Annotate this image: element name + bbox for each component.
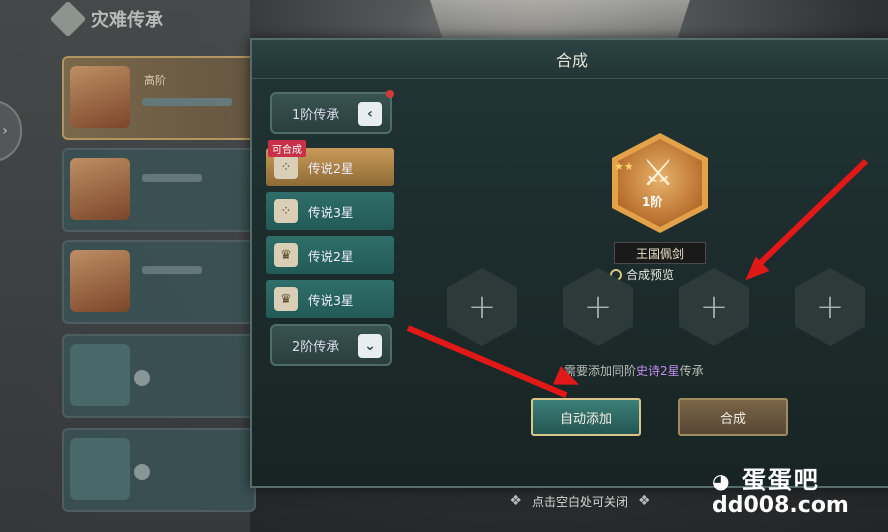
tab-legend-3star-crown[interactable]: ♛ 传说3星	[266, 280, 394, 318]
tab-tier-2[interactable]: 2阶传承 ⌄	[270, 324, 392, 366]
item-tier-label: 1阶	[642, 195, 663, 209]
character-portrait	[70, 250, 130, 312]
close-hint[interactable]: ❖ 点击空白处可关闭 ❖	[490, 490, 670, 512]
character-list-panel: 灾难传承 › 高阶	[0, 0, 256, 532]
hint-suffix: 传承	[679, 364, 704, 378]
tab-label: 传说2星	[308, 248, 354, 264]
character-stats	[142, 174, 202, 182]
tab-tier-1-label: 1阶传承	[292, 107, 340, 123]
ornament-icon: ❖	[638, 493, 651, 509]
character-card[interactable]	[62, 334, 256, 418]
lock-icon	[134, 370, 150, 386]
character-portrait	[70, 66, 130, 128]
crest-icon: ⁘	[274, 155, 298, 179]
character-card[interactable]	[62, 428, 256, 512]
tab-legend-3star-crest[interactable]: ⁘ 传说3星	[266, 192, 394, 230]
material-slot[interactable]: +	[447, 268, 517, 346]
preview-label: 合成预览	[626, 268, 675, 282]
tab-tier-1[interactable]: 1阶传承 ‹	[270, 90, 394, 134]
plus-icon: +	[467, 287, 497, 327]
character-card[interactable]	[62, 148, 256, 232]
auto-add-button[interactable]: 自动添加	[531, 398, 641, 436]
hint-highlight: 史诗2星	[636, 364, 680, 378]
crest-icon: ⁘	[274, 199, 298, 223]
dialog-title: 合成	[252, 40, 888, 79]
panel-header-title: 灾难传承	[91, 10, 163, 31]
character-portrait	[70, 438, 130, 500]
character-card[interactable]	[62, 240, 256, 324]
panel-header: 灾难传承	[49, 0, 163, 38]
watermark: ◕ 蛋蛋吧 dd008.com	[712, 460, 882, 530]
watermark-logo: ◕ 蛋蛋吧	[712, 460, 882, 495]
chevron-left-icon[interactable]: ‹	[358, 102, 382, 126]
chevron-down-icon[interactable]: ⌄	[358, 334, 382, 358]
side-collapse-tab[interactable]: ›	[0, 100, 22, 162]
ornament-icon: ❖	[509, 493, 522, 509]
character-card[interactable]: 高阶	[62, 56, 256, 140]
tab-tier-2-label: 2阶传承	[292, 339, 340, 355]
plus-icon: +	[815, 287, 845, 327]
crown-icon: ♛	[274, 287, 298, 311]
requirement-hint: 需要添加同阶史诗2星传承	[564, 362, 704, 379]
material-slot[interactable]: +	[795, 268, 865, 346]
can-merge-badge: 可合成	[268, 140, 306, 157]
notification-dot	[386, 90, 394, 98]
tab-legend-2star-crown[interactable]: ♛ 传说2星	[266, 236, 394, 274]
result-item-icon[interactable]: ⚔ ★★ 1阶	[612, 133, 708, 233]
tab-label: 传说3星	[308, 204, 354, 220]
watermark-logo-text: 蛋蛋吧	[741, 466, 820, 494]
star-rating: ★★	[614, 160, 634, 173]
back-diamond-icon[interactable]	[49, 0, 87, 38]
plus-icon: +	[699, 287, 729, 327]
close-hint-text: 点击空白处可关闭	[531, 494, 628, 509]
character-portrait	[70, 158, 130, 220]
plus-icon: +	[583, 287, 613, 327]
item-name: 王国佩剑	[614, 242, 706, 264]
tab-label: 传说2星	[308, 160, 354, 176]
merge-dialog: 合成 1阶传承 ‹ ⁘ 传说2星 可合成 ⁘ 传说3星 ♛ 传说2星 ♛ 传说3…	[250, 38, 888, 488]
watermark-url: dd008.com	[712, 493, 849, 518]
character-stats	[142, 98, 232, 106]
lock-icon	[134, 464, 150, 480]
character-name: 高阶	[144, 74, 166, 87]
character-stats	[142, 266, 202, 274]
background-light	[430, 0, 690, 40]
tab-label: 传说3星	[308, 292, 354, 308]
tab-legend-2star-crest[interactable]: ⁘ 传说2星 可合成	[266, 140, 394, 186]
crown-icon: ♛	[274, 243, 298, 267]
character-portrait	[70, 344, 130, 406]
egg-icon: ◕	[712, 469, 732, 493]
material-slot[interactable]: +	[679, 268, 749, 346]
sword-icon: ⚔	[642, 153, 675, 194]
merge-button[interactable]: 合成	[678, 398, 788, 436]
